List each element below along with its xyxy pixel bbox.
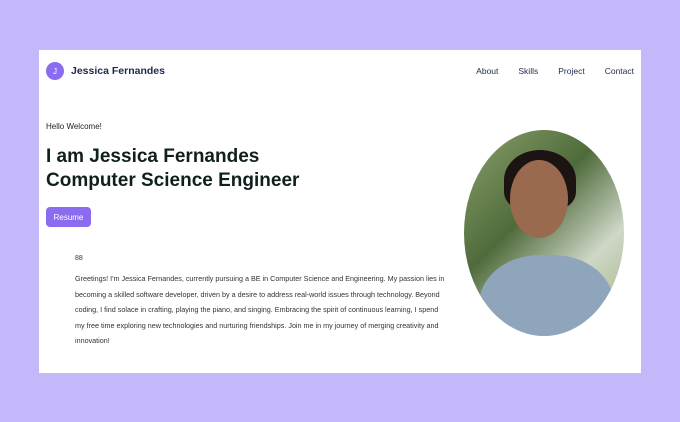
nav-about[interactable]: About bbox=[476, 66, 498, 76]
page-title: I am Jessica Fernandes Computer Science … bbox=[46, 145, 299, 193]
resume-button[interactable]: Resume bbox=[46, 207, 91, 227]
brand-logo[interactable]: J Jessica Fernandes bbox=[46, 62, 165, 80]
photo-face bbox=[510, 160, 568, 238]
title-line-2: Computer Science Engineer bbox=[46, 170, 300, 191]
bio-text: Greetings! I'm Jessica Fernandes, curren… bbox=[75, 274, 445, 345]
brand-name: Jessica Fernandes bbox=[71, 65, 165, 77]
title-line-1: I am Jessica Fernandes bbox=[46, 146, 260, 167]
nav-skills[interactable]: Skills bbox=[518, 66, 538, 76]
photo-shirt bbox=[479, 255, 614, 336]
nav-bar: About Skills Project Contact bbox=[476, 66, 634, 76]
greeting: Hello Welcome! bbox=[46, 122, 102, 131]
profile-photo bbox=[464, 130, 624, 336]
nav-project[interactable]: Project bbox=[558, 66, 584, 76]
broken-image-icon: 88 bbox=[75, 255, 83, 262]
avatar: J bbox=[46, 62, 64, 80]
nav-contact[interactable]: Contact bbox=[605, 66, 634, 76]
portfolio-card: J Jessica Fernandes About Skills Project… bbox=[39, 50, 641, 373]
